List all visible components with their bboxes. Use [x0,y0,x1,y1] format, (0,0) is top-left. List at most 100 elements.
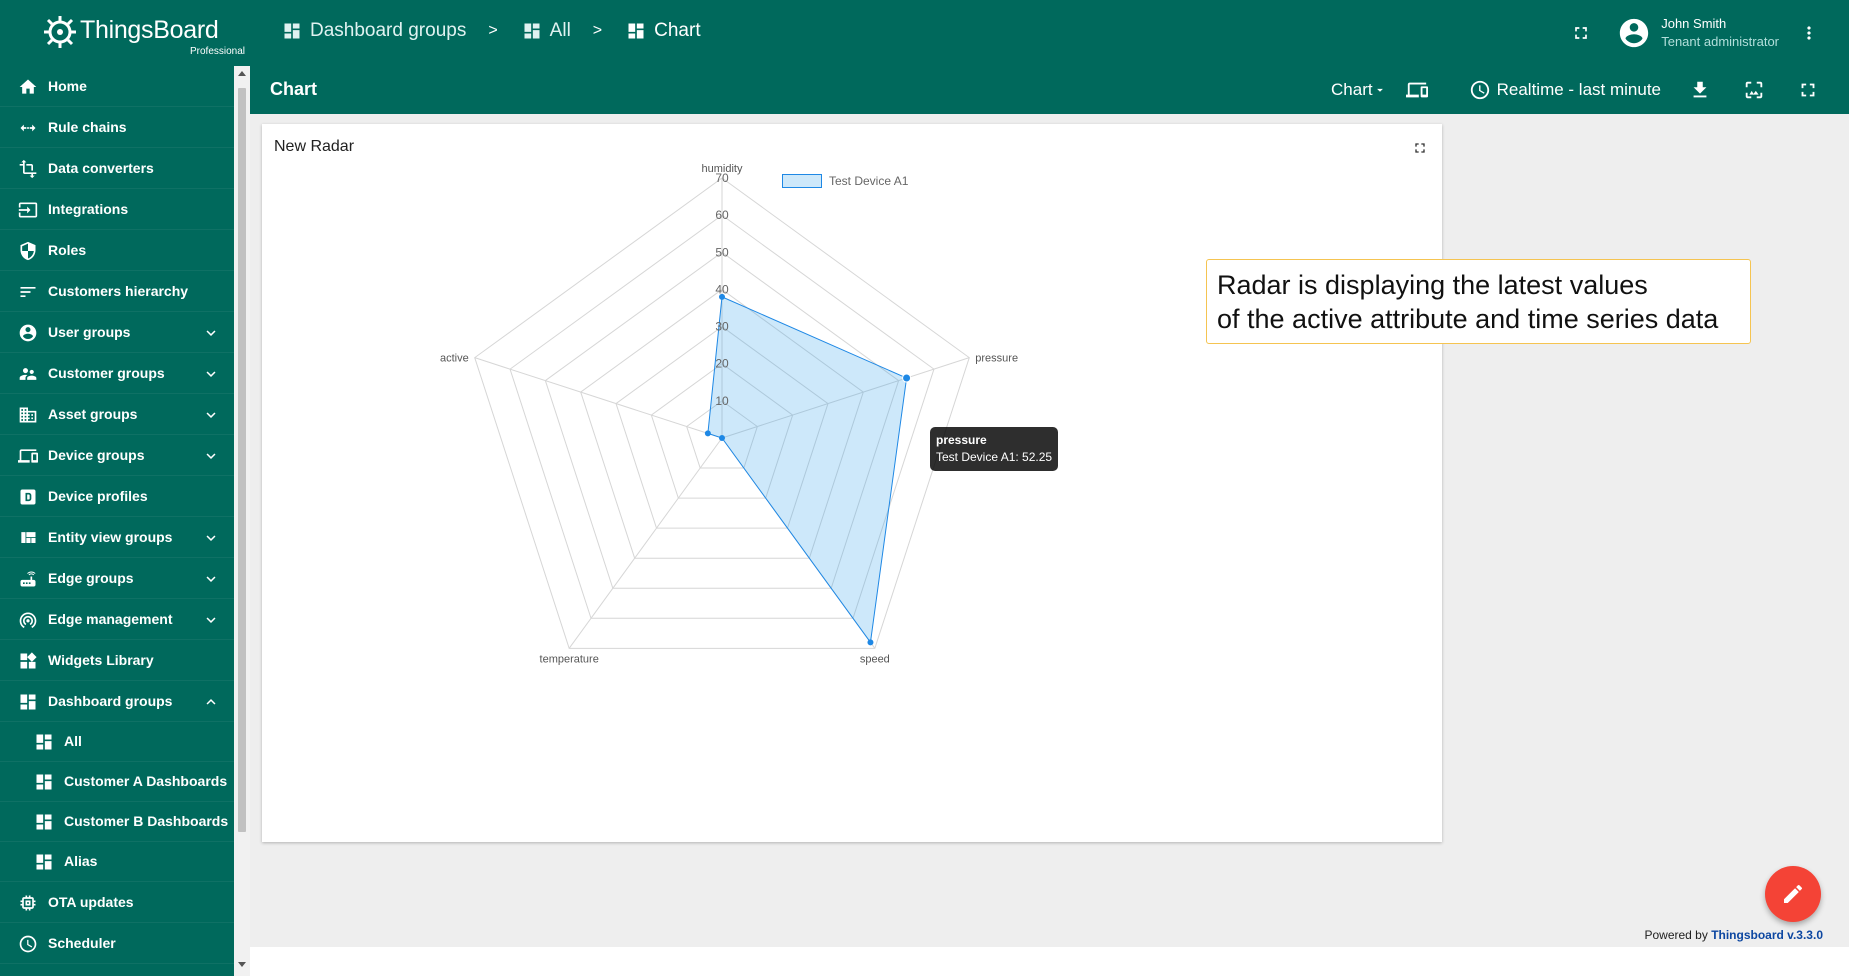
radar-point-pressure[interactable] [902,373,912,383]
sidebar-item-customer-groups[interactable]: Customer groups [0,353,234,394]
sidebar-item-edge-management[interactable]: Edge management [0,599,234,640]
sidebar-item-label: Dashboard groups [48,693,173,709]
edit-dashboard-button[interactable] [1765,866,1821,922]
radar-point-speed[interactable] [867,639,874,646]
sidebar-item-label: Customer groups [48,365,165,381]
callout-line-1: Radar is displaying the latest values [1217,270,1648,300]
sidebar-item-customers-hierarchy[interactable]: Customers hierarchy [0,271,234,312]
scroll-thumb[interactable] [238,88,246,832]
dashboard-icon [20,694,36,710]
chevron-down-icon[interactable] [202,324,220,342]
sidebar-item-label: Home [48,78,87,94]
chevron-up-icon[interactable] [202,693,220,711]
home-icon [19,79,37,94]
download-icon[interactable] [1689,79,1711,101]
tooltip-body: Test Device A1: 52.25 [936,450,1053,464]
devices-icon [18,449,38,463]
transform-icon [19,159,37,179]
sidebar-item-rule-chains[interactable]: Rule chains [0,107,234,148]
sidebar-item-label: Data converters [48,160,154,176]
sidebar-item-label: Widgets Library [48,652,154,668]
timewindow-button[interactable]: Realtime - last minute [1469,79,1661,101]
sidebar-item-customer-a-dashboards[interactable]: Customer A Dashboards [0,762,234,802]
sidebar-item-label: Entity view groups [48,529,173,545]
sidebar-item-widgets-library[interactable]: Widgets Library [0,640,234,681]
fullscreen-icon[interactable] [1571,23,1591,43]
radar-point-temperature[interactable] [719,435,725,441]
sidebar-item-label: Edge groups [48,570,134,586]
account-circle-icon [19,324,37,342]
callout-line-2: of the active attribute and time series … [1217,304,1719,334]
sidebar-item-roles[interactable]: Roles [0,230,234,271]
domain-icon [19,407,37,423]
devices-layout-icon[interactable] [1405,79,1429,101]
breadcrumb-item-all[interactable]: All [522,20,571,42]
sidebar-scrollbar[interactable] [234,66,250,976]
timewindow-label: Realtime - last minute [1496,80,1661,99]
chevron-down-icon[interactable] [202,365,220,383]
chevron-down-icon[interactable] [202,447,220,465]
scroll-up-arrow-icon[interactable] [238,70,246,76]
dashboard-icon [36,814,52,830]
sidebar-item-label: Customers hierarchy [48,283,189,299]
image-export-icon[interactable] [1743,79,1765,101]
sidebar-item-label: Customer B Dashboards [64,813,229,829]
dashboard-icon [524,23,540,39]
radar-tick-label: 50 [715,245,729,259]
sidebar-item-label: Roles [48,242,87,258]
user-menu[interactable]: John Smith Tenant administrator [1617,15,1779,51]
sidebar-item-dashboard-groups[interactable]: Dashboard groups [0,681,234,722]
sidebar-item-label: Scheduler [48,935,116,951]
chevron-down-icon[interactable] [202,406,220,424]
annotation-callout: Radar is displaying the latest values of… [1206,259,1751,344]
chevron-down-icon[interactable] [202,611,220,629]
breadcrumb-item-dashboard-groups[interactable]: Dashboard groups [282,20,466,42]
dashboard-state-select[interactable]: Chart [1331,80,1387,100]
sidebar-item-scheduler[interactable]: Scheduler [0,923,234,964]
chevron-down-icon[interactable] [202,529,220,547]
rule-chain-icon [20,124,36,132]
account-circle-icon [1620,18,1649,48]
radar-point-active[interactable] [704,430,711,437]
sidebar-item-alias[interactable]: Alias [0,842,234,882]
sidebar-item-customer-b-dashboards[interactable]: Customer B Dashboards [0,802,234,842]
sidebar-item-all[interactable]: All [0,722,234,762]
sidebar-item-entity-view-groups[interactable]: Entity view groups [0,517,234,558]
logo-gear-icon [44,16,76,48]
sort-icon [20,287,36,297]
fullscreen-icon[interactable] [1797,79,1819,101]
powered-by-brand-link[interactable]: Thingsboard v.3.3.0 [1711,928,1823,942]
sidebar-item-data-converters[interactable]: Data converters [0,148,234,189]
input-icon [18,202,38,218]
sidebar-item-user-groups[interactable]: User groups [0,312,234,353]
sidebar-item-label: User groups [48,324,131,340]
more-vert-icon[interactable] [1799,21,1819,45]
breadcrumb-label: All [549,20,571,41]
dashboard-toolbar: Chart Chart Realtime - last minute [250,66,1849,114]
radar-series-area[interactable] [707,296,908,644]
sidebar-item-integrations[interactable]: Integrations [0,189,234,230]
radar-tick-label: 60 [715,208,729,222]
dashboard-icon [284,23,300,39]
dashboard-icon [36,774,52,790]
chevron-down-icon[interactable] [202,570,220,588]
arrow-drop-down-icon [1376,88,1383,92]
schedule-icon [19,935,37,953]
sidebar-item-asset-groups[interactable]: Asset groups [0,394,234,435]
router-icon [20,571,36,587]
logo[interactable]: ThingsBoard Professional [40,12,245,57]
sidebar-item-home[interactable]: Home [0,66,234,107]
sidebar-item-device-profiles[interactable]: Device profiles [0,476,234,517]
sidebar-item-label: Device groups [48,447,145,463]
breadcrumb-item-chart: Chart [626,20,701,42]
sidebar-item-device-groups[interactable]: Device groups [0,435,234,476]
dashboard-icon [36,734,52,750]
scroll-down-arrow-icon[interactable] [238,962,246,968]
dashboard-title: Chart [270,79,318,99]
sidebar-item-white-labeling[interactable]: White Labeling [0,964,234,976]
sidebar-item-edge-groups[interactable]: Edge groups [0,558,234,599]
sidebar-item-label: Edge management [48,611,173,627]
powered-by-label: Powered by [1644,928,1708,942]
sidebar-item-label: OTA updates [48,894,134,910]
sidebar-item-ota-updates[interactable]: OTA updates [0,882,234,923]
